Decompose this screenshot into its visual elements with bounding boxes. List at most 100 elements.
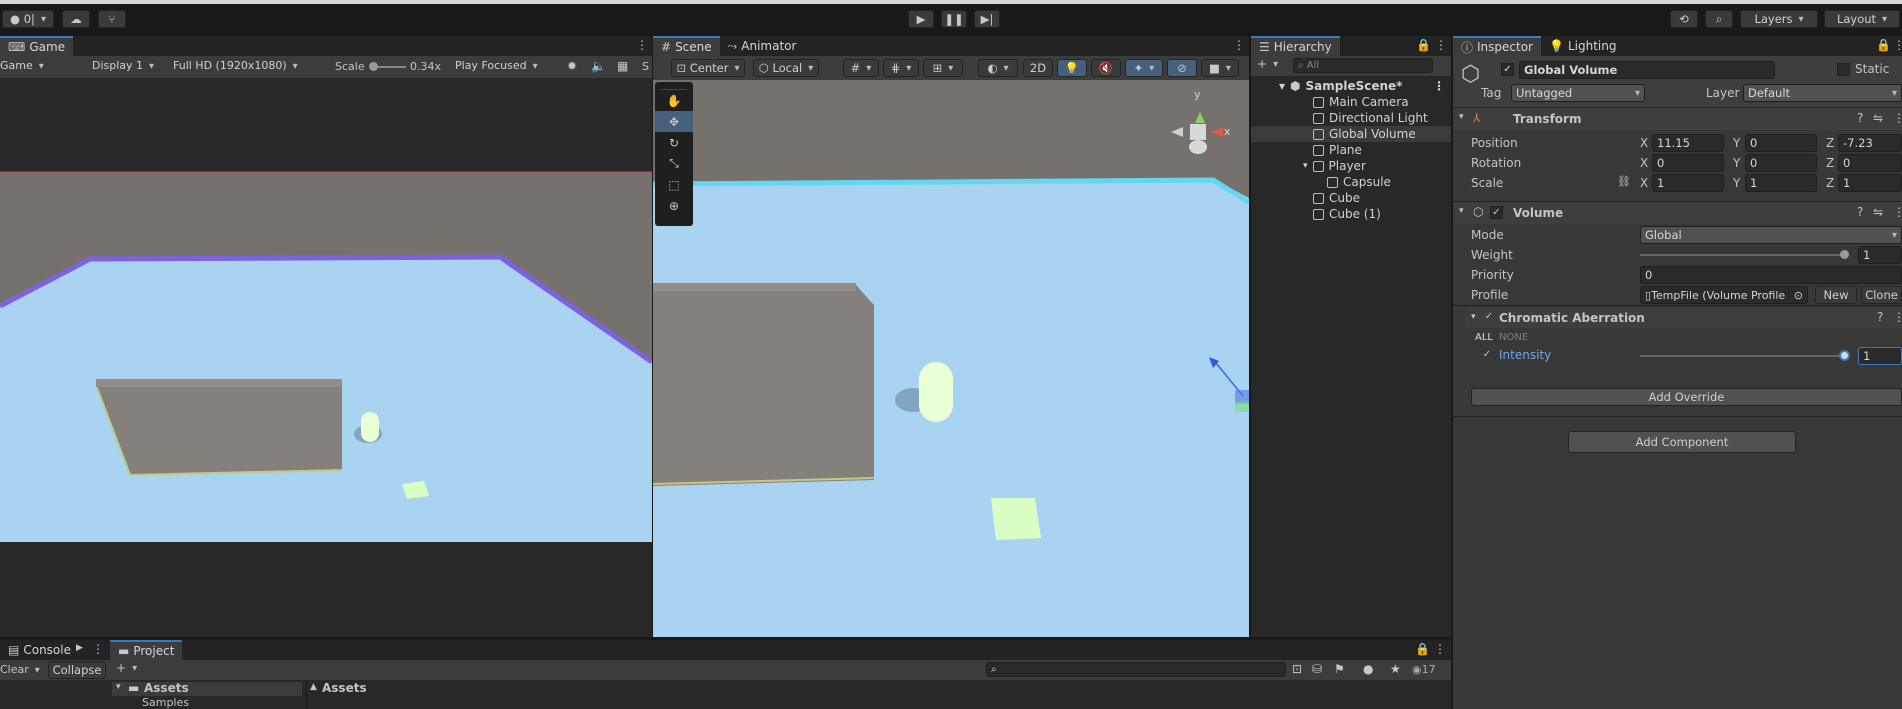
camera-settings-button[interactable]: ■ — [1201, 59, 1239, 77]
tab-hierarchy[interactable]: ☰ Hierarchy — [1251, 36, 1340, 56]
hierarchy-item-cube[interactable]: Cube — [1251, 190, 1451, 206]
hierarchy-scene-root[interactable]: ▾ ⬢ SampleScene* ⋮ — [1251, 78, 1451, 94]
transform-tool-icon[interactable]: ⊕ — [655, 195, 693, 216]
scale-y-field[interactable]: 1 — [1745, 174, 1817, 192]
hierarchy-item-plane[interactable]: Plane — [1251, 142, 1451, 158]
weight-field[interactable]: 1 — [1858, 246, 1902, 264]
search-by-type-icon[interactable]: ⊡ — [1292, 662, 1302, 676]
hidden-objects-toggle[interactable]: ⊘ — [1167, 59, 1197, 77]
rotation-y-field[interactable]: 0 — [1745, 154, 1817, 172]
layer-select[interactable]: Default — [1743, 84, 1902, 102]
override-enabled-checkbox[interactable]: ✓ — [1483, 311, 1495, 323]
effects-toggle[interactable]: ✦ — [1125, 59, 1163, 77]
account-dropdown[interactable]: ● 0| — [2, 10, 54, 28]
lock-icon[interactable]: 🔒 — [1415, 642, 1430, 656]
filter-icon[interactable]: ⛁ — [1312, 662, 1322, 676]
mode-select[interactable]: Global — [1640, 226, 1902, 244]
display-select[interactable]: Display 1 — [92, 59, 168, 72]
hierarchy-search-input[interactable]: ⌕ All — [1293, 58, 1433, 73]
add-override-button[interactable]: Add Override — [1471, 388, 1902, 406]
collab-button[interactable]: ⑂ — [98, 10, 126, 28]
object-name-field[interactable]: Global Volume — [1519, 61, 1775, 79]
active-checkbox[interactable]: ✓ — [1501, 63, 1514, 76]
layers-dropdown[interactable]: Layers — [1740, 10, 1818, 28]
project-add-button[interactable]: + — [116, 661, 137, 675]
rotation-z-field[interactable]: 0 — [1838, 154, 1902, 172]
tab-game[interactable]: ⌨ Game — [0, 36, 74, 56]
scale-x-field[interactable]: 1 — [1652, 174, 1724, 192]
static-checkbox[interactable] — [1837, 63, 1850, 76]
scroll-up-icon[interactable]: ▲ — [310, 682, 317, 692]
none-toggle[interactable]: NONE — [1499, 332, 1528, 343]
play-mode-select[interactable]: Play Focused — [455, 59, 557, 72]
profile-field[interactable]: ▯ TempFile (Volume Profile ⊙ — [1640, 286, 1808, 304]
bug-icon[interactable]: ✹ — [567, 59, 577, 73]
tag-select[interactable]: Untagged — [1511, 84, 1645, 102]
play-button[interactable]: ▶ — [908, 10, 934, 28]
clear-dropdown[interactable]: Clear — [0, 663, 40, 676]
kebab-menu-icon[interactable]: ⋮ — [92, 642, 104, 656]
tab-inspector[interactable]: ⓘ Inspector — [1453, 36, 1541, 56]
chevron-right-icon[interactable]: ▶ — [76, 643, 83, 653]
lock-icon[interactable]: 🔒 — [1876, 38, 1891, 52]
kebab-menu-icon[interactable]: ⋮ — [1233, 38, 1245, 52]
kebab-menu-icon[interactable]: ⋮ — [1893, 205, 1902, 219]
position-z-field[interactable]: -7.23 — [1838, 134, 1902, 152]
volume-enabled-checkbox[interactable]: ✓ — [1490, 206, 1503, 219]
warning-icon[interactable]: ● — [1363, 662, 1373, 676]
hand-tool-icon[interactable]: ✋ — [655, 90, 693, 111]
all-toggle[interactable]: ALL — [1475, 332, 1493, 343]
layout-dropdown[interactable]: Layout — [1824, 10, 1900, 28]
assets-tree-root[interactable]: Assets — [144, 681, 189, 695]
intensity-slider[interactable] — [1640, 350, 1850, 361]
history-button[interactable]: ⟲ — [1670, 10, 1698, 28]
stats-icon[interactable]: ▦ — [617, 59, 628, 73]
new-profile-button[interactable]: New — [1815, 286, 1857, 304]
rotate-tool-icon[interactable]: ↻ — [655, 132, 693, 153]
hierarchy-item-cube-1[interactable]: Cube (1) — [1251, 206, 1451, 222]
kebab-menu-icon[interactable]: ⋮ — [1893, 310, 1902, 324]
scale-tool-icon[interactable]: ⤡ — [655, 153, 693, 174]
lock-icon[interactable]: 🔒 — [1416, 38, 1431, 52]
expand-arrow-icon[interactable]: ▾ — [116, 682, 121, 692]
add-component-button[interactable]: Add Component — [1568, 431, 1796, 453]
preset-icon[interactable]: ⇋ — [1873, 111, 1883, 125]
tab-scene[interactable]: # Scene — [653, 36, 720, 56]
help-icon[interactable]: ? — [1877, 310, 1883, 324]
audio-icon[interactable]: 🔈 — [591, 59, 606, 73]
draw-mode-button[interactable]: ◐ — [978, 59, 1018, 77]
scale-slider[interactable] — [369, 62, 406, 71]
hierarchy-item-directional-light[interactable]: Directional Light — [1251, 110, 1451, 126]
hierarchy-item-main-camera[interactable]: Main Camera — [1251, 94, 1451, 110]
weight-slider[interactable] — [1640, 250, 1849, 259]
label-icon[interactable]: ⚑ — [1334, 662, 1345, 676]
kebab-menu-icon[interactable]: ⋮ — [1434, 642, 1446, 656]
tab-animator[interactable]: ⤳ Animator — [720, 36, 805, 56]
help-icon[interactable]: ? — [1857, 205, 1863, 219]
project-breadcrumb[interactable]: Assets — [322, 681, 367, 695]
star-icon[interactable]: ★ — [1390, 662, 1401, 676]
hierarchy-item-global-volume[interactable]: Global Volume — [1251, 126, 1451, 142]
hierarchy-item-capsule[interactable]: Capsule — [1251, 174, 1451, 190]
expand-arrow-icon[interactable]: ▾ — [1471, 312, 1476, 322]
grid-snap-button[interactable]: # — [843, 59, 879, 77]
rect-tool-icon[interactable]: ⬚ — [655, 174, 693, 195]
collapse-button[interactable]: Collapse — [48, 661, 106, 679]
search-button[interactable]: ⌕ — [1705, 10, 1733, 28]
help-icon[interactable]: ? — [1857, 111, 1863, 125]
intensity-field[interactable]: 1 — [1858, 347, 1902, 365]
tab-lighting[interactable]: 💡 Lighting — [1541, 36, 1624, 56]
audio-toggle[interactable]: 🔇 — [1091, 59, 1121, 77]
expand-arrow-icon[interactable]: ▾ — [1459, 206, 1464, 216]
step-button[interactable]: ▶| — [974, 10, 1000, 28]
increment-snap-button[interactable]: ⊞ — [923, 59, 963, 77]
kebab-menu-icon[interactable]: ⋮ — [1893, 38, 1902, 52]
kebab-menu-icon[interactable]: ⋮ — [1435, 38, 1447, 52]
rotation-x-field[interactable]: 0 — [1652, 154, 1724, 172]
move-tool-icon[interactable]: ✥ — [655, 111, 693, 132]
mode-2d-toggle[interactable]: 2D — [1023, 59, 1053, 77]
cloud-button[interactable]: ☁ — [62, 10, 90, 28]
kebab-menu-icon[interactable]: ⋮ — [636, 38, 648, 52]
assets-tree-child[interactable]: Samples — [142, 696, 189, 709]
tab-project[interactable]: ▬ Project — [110, 640, 183, 660]
